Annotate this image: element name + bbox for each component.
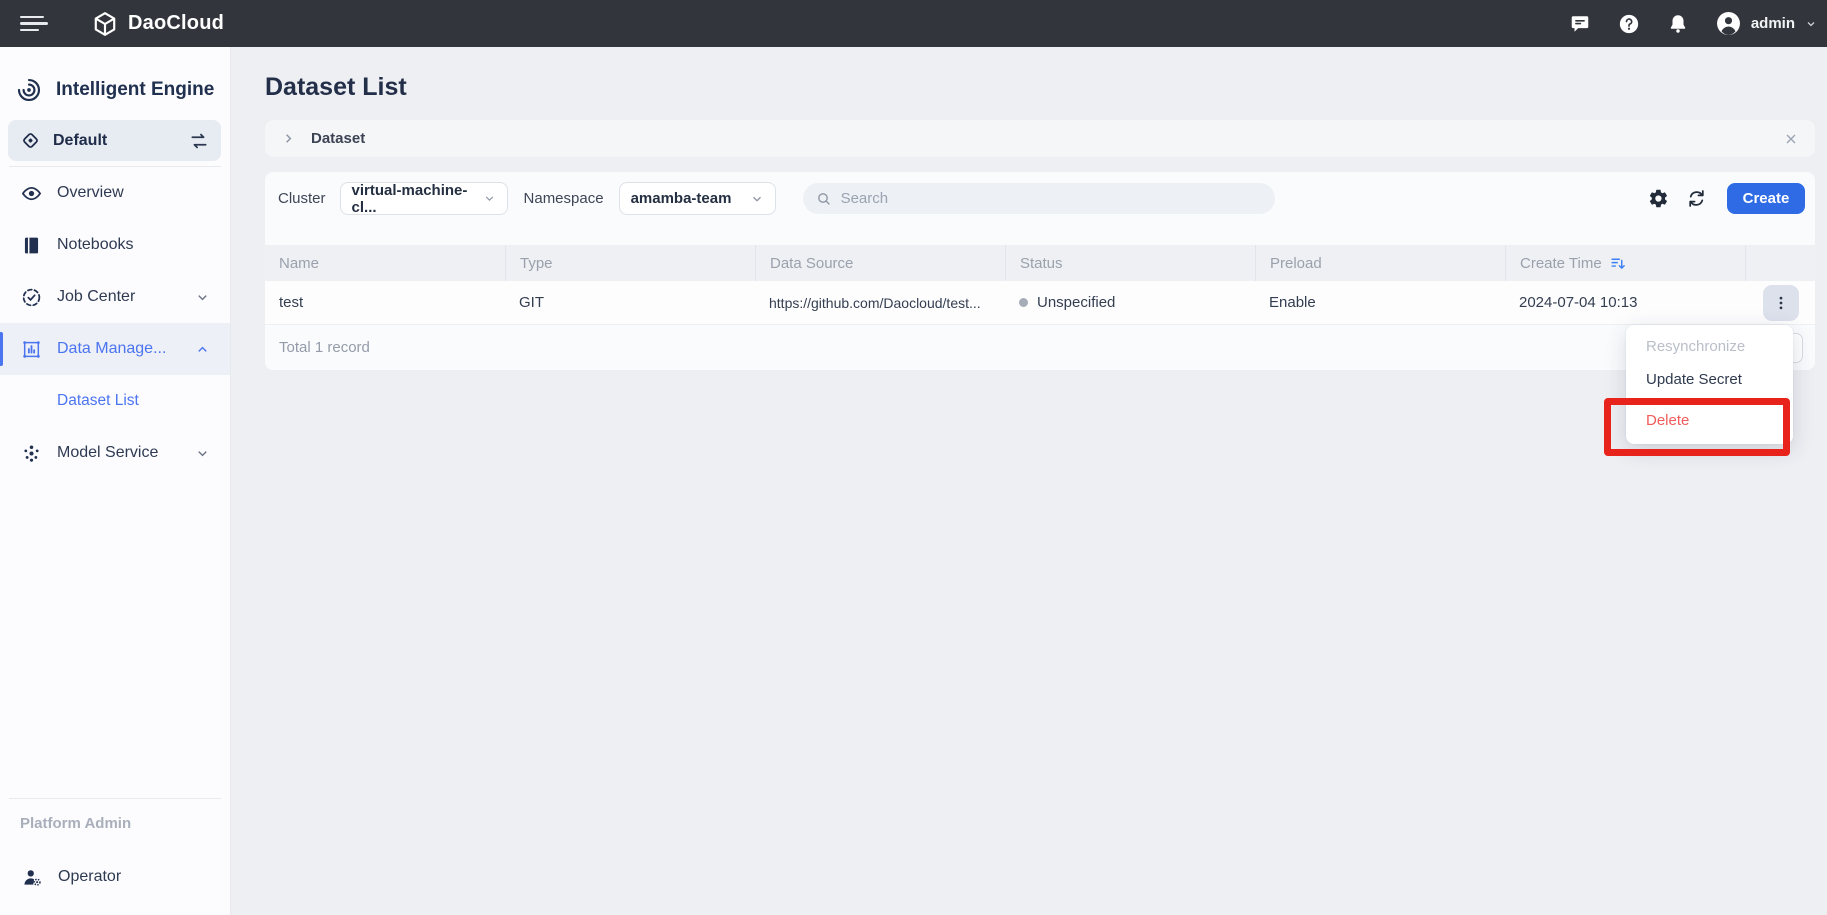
intelligent-engine-icon bbox=[16, 77, 42, 103]
search-icon bbox=[816, 191, 832, 207]
brand-logo[interactable]: DaoCloud bbox=[92, 11, 224, 37]
help-icon[interactable] bbox=[1618, 13, 1640, 35]
row-actions-button[interactable] bbox=[1763, 285, 1799, 321]
sidebar-item-overview[interactable]: Overview bbox=[0, 167, 230, 219]
cluster-value: virtual-machine-cl... bbox=[352, 182, 483, 216]
sidebar: Intelligent Engine Default Overview bbox=[0, 47, 231, 915]
operator-icon bbox=[22, 867, 43, 888]
brand-name: DaoCloud bbox=[128, 12, 224, 35]
workspace-icon bbox=[20, 130, 41, 151]
chevron-up-icon bbox=[195, 342, 210, 357]
total-records: Total 1 record bbox=[279, 339, 370, 356]
menu-item-delete[interactable]: Delete bbox=[1626, 404, 1793, 437]
row-context-menu: Resynchronize Update Secret Delete bbox=[1626, 325, 1793, 444]
chevron-down-icon bbox=[750, 192, 764, 206]
cluster-label: Cluster bbox=[278, 190, 326, 207]
sidebar-item-label: Operator bbox=[58, 868, 121, 886]
cell-create-time: 2024-07-04 10:13 bbox=[1505, 281, 1745, 324]
eye-icon bbox=[21, 183, 42, 204]
create-button[interactable]: Create bbox=[1727, 183, 1805, 214]
filter-bar: Cluster virtual-machine-cl... Namespace … bbox=[265, 172, 1815, 225]
namespace-value: amamba-team bbox=[631, 190, 732, 207]
sidebar-item-label: Overview bbox=[57, 184, 124, 202]
column-header-name: Name bbox=[265, 245, 505, 281]
chevron-down-icon bbox=[483, 192, 496, 206]
sidebar-item-label: Job Center bbox=[57, 288, 135, 306]
workspace-name: Default bbox=[53, 132, 107, 150]
menu-item-update-secret[interactable]: Update Secret bbox=[1626, 363, 1793, 396]
sidebar-item-label: Model Service bbox=[57, 444, 158, 462]
sidebar-item-operator[interactable]: Operator bbox=[0, 855, 230, 899]
sidebar-item-model-service[interactable]: Model Service bbox=[0, 427, 230, 479]
sidebar-item-notebooks[interactable]: Notebooks bbox=[0, 219, 230, 271]
chevron-right-icon bbox=[281, 131, 296, 146]
chevron-down-icon bbox=[195, 290, 210, 305]
menu-item-resynchronize[interactable]: Resynchronize bbox=[1626, 330, 1793, 363]
sidebar-nav: Overview Notebooks Job Center bbox=[0, 167, 230, 479]
breadcrumb-label: Dataset bbox=[311, 130, 365, 147]
column-header-data-source: Data Source bbox=[755, 245, 1005, 281]
divider bbox=[9, 798, 221, 799]
sidebar-item-job-center[interactable]: Job Center bbox=[0, 271, 230, 323]
cell-type: GIT bbox=[505, 281, 755, 324]
column-header-status: Status bbox=[1005, 245, 1255, 281]
status-text: Unspecified bbox=[1037, 294, 1115, 311]
column-header-type: Type bbox=[505, 245, 755, 281]
sidebar-subitem-label: Dataset List bbox=[57, 392, 139, 410]
sidebar-item-dataset-list[interactable]: Dataset List bbox=[0, 375, 230, 427]
breadcrumb[interactable]: Dataset bbox=[265, 120, 1815, 157]
sidebar-item-data-manage[interactable]: Data Manage... bbox=[0, 323, 230, 375]
model-service-icon bbox=[21, 443, 42, 464]
table-row: test GIT https://github.com/Daocloud/tes… bbox=[265, 281, 1815, 325]
search-input[interactable] bbox=[841, 190, 1262, 207]
cell-status: Unspecified bbox=[1005, 281, 1255, 324]
search-box bbox=[803, 183, 1275, 214]
column-header-preload: Preload bbox=[1255, 245, 1505, 281]
sidebar-item-label: Data Manage... bbox=[57, 340, 166, 358]
cluster-select[interactable]: virtual-machine-cl... bbox=[340, 182, 508, 215]
namespace-select[interactable]: amamba-team bbox=[619, 182, 776, 215]
user-name: admin bbox=[1751, 15, 1795, 32]
daocloud-cube-icon bbox=[92, 11, 118, 37]
avatar-icon bbox=[1716, 11, 1741, 36]
job-center-icon bbox=[21, 287, 42, 308]
sort-descending-icon[interactable] bbox=[1610, 255, 1627, 272]
sidebar-item-label: Notebooks bbox=[57, 236, 134, 254]
menu-icon[interactable] bbox=[20, 13, 50, 35]
table-footer: Total 1 record / 1 bbox=[265, 325, 1815, 370]
cell-data-source: https://github.com/Daocloud/test... bbox=[755, 281, 1005, 324]
topbar-actions: admin bbox=[1569, 11, 1827, 36]
refresh-icon[interactable] bbox=[1686, 188, 1707, 209]
cell-preload: Enable bbox=[1255, 281, 1505, 324]
chat-icon[interactable] bbox=[1569, 13, 1591, 35]
table-header: Name Type Data Source Status Preload Cre… bbox=[265, 245, 1815, 281]
status-dot bbox=[1019, 298, 1028, 307]
namespace-label: Namespace bbox=[524, 190, 604, 207]
app-window: DaoCloud admin bbox=[0, 0, 1827, 915]
product-name: Intelligent Engine bbox=[56, 79, 214, 101]
data-manage-icon bbox=[21, 339, 42, 360]
switch-workspace-icon[interactable] bbox=[189, 131, 209, 151]
user-menu[interactable]: admin bbox=[1716, 11, 1817, 36]
sidebar-section-label: Platform Admin bbox=[20, 815, 131, 832]
caret-down-icon bbox=[1805, 18, 1817, 30]
gear-icon[interactable] bbox=[1648, 188, 1669, 209]
close-icon[interactable] bbox=[1783, 131, 1799, 147]
bell-icon[interactable] bbox=[1667, 13, 1689, 35]
column-header-actions bbox=[1745, 245, 1815, 281]
topbar: DaoCloud admin bbox=[0, 0, 1827, 47]
dataset-panel: Cluster virtual-machine-cl... Namespace … bbox=[265, 172, 1815, 370]
cell-name: test bbox=[265, 281, 505, 324]
column-header-create-time: Create Time bbox=[1505, 245, 1745, 281]
product-header: Intelligent Engine bbox=[16, 73, 218, 107]
workspace-selector[interactable]: Default bbox=[8, 120, 221, 161]
page-title: Dataset List bbox=[265, 73, 407, 102]
notebook-icon bbox=[21, 235, 42, 256]
chevron-down-icon bbox=[195, 446, 210, 461]
